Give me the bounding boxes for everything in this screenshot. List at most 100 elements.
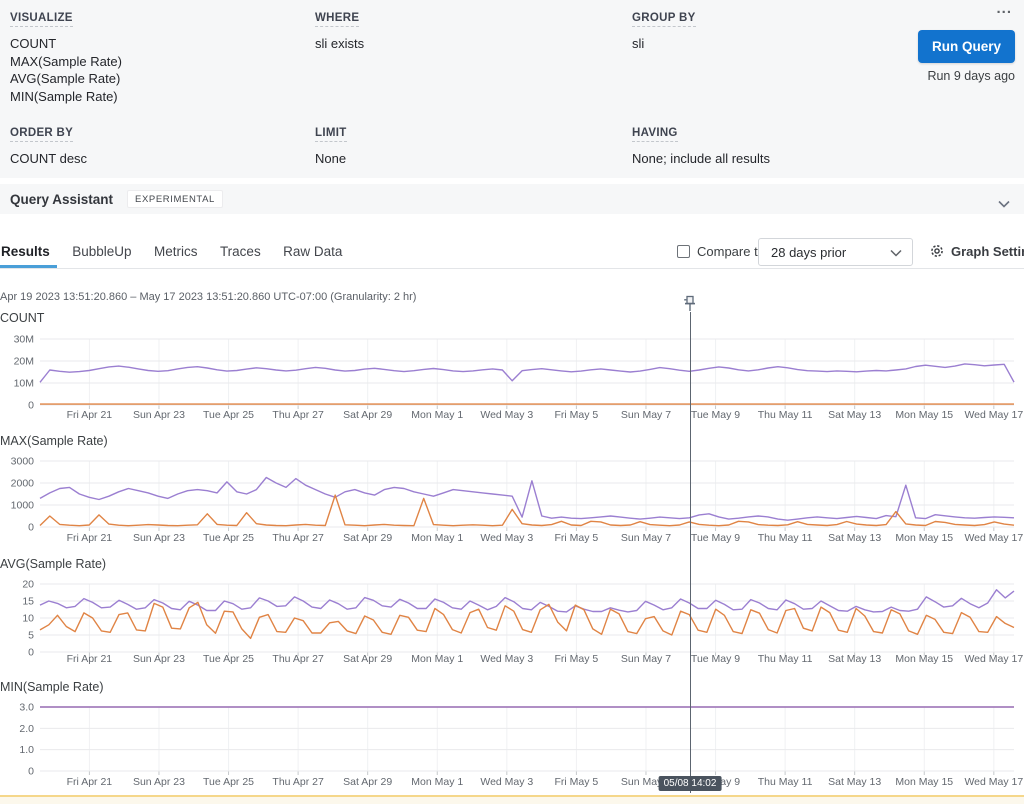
tab-rawdata[interactable]: Raw Data bbox=[283, 236, 342, 268]
svg-text:Tue Apr 25: Tue Apr 25 bbox=[203, 532, 254, 544]
svg-text:Wed May 17: Wed May 17 bbox=[964, 653, 1023, 665]
svg-text:Tue May 9: Tue May 9 bbox=[691, 653, 740, 665]
svg-text:Wed May 17: Wed May 17 bbox=[964, 409, 1023, 421]
svg-text:Thu Apr 27: Thu Apr 27 bbox=[272, 776, 324, 788]
svg-text:Wed May 3: Wed May 3 bbox=[480, 409, 533, 421]
svg-text:Sun Apr 23: Sun Apr 23 bbox=[133, 653, 185, 665]
svg-text:Thu Apr 27: Thu Apr 27 bbox=[272, 532, 324, 544]
honeycomb-query-page: ... VISUALIZE COUNT MAX(Sample Rate) AVG… bbox=[0, 0, 1024, 804]
svg-text:Fri May 5: Fri May 5 bbox=[555, 409, 599, 421]
tab-traces[interactable]: Traces bbox=[220, 236, 261, 268]
svg-text:2000: 2000 bbox=[11, 478, 35, 490]
pushpin-icon[interactable] bbox=[681, 294, 699, 317]
chart-avg-sample-rate[interactable]: Fri Apr 21 Sun Apr 23 Tue Apr 25 Thu Apr 27… bbox=[0, 576, 1024, 676]
svg-text:1.0: 1.0 bbox=[19, 744, 34, 756]
svg-text:Fri Apr 21: Fri Apr 21 bbox=[67, 532, 113, 544]
svg-text:10: 10 bbox=[22, 613, 34, 625]
chart-count[interactable]: Fri Apr 21Sun Apr 23Tue Apr 25Thu Apr 27… bbox=[0, 330, 1024, 430]
tab-results[interactable]: Results bbox=[1, 236, 50, 268]
chart-min-sample-rate[interactable]: Fri Apr 21 Sun Apr 23 Tue Apr 25 Thu Apr 27… bbox=[0, 699, 1024, 799]
svg-text:10M: 10M bbox=[14, 378, 34, 390]
svg-text:3000: 3000 bbox=[11, 456, 35, 468]
visualize-item[interactable]: AVG(Sample Rate) bbox=[10, 70, 122, 88]
order-by-item[interactable]: COUNT desc bbox=[10, 150, 87, 168]
visualize-section[interactable]: VISUALIZE COUNT MAX(Sample Rate) AVG(Sam… bbox=[10, 8, 122, 105]
query-builder: ... VISUALIZE COUNT MAX(Sample Rate) AVG… bbox=[0, 0, 1024, 178]
svg-text:30M: 30M bbox=[14, 334, 34, 346]
svg-text:Thu Apr 27: Thu Apr 27 bbox=[272, 653, 324, 665]
query-assistant-title: Query Assistant bbox=[10, 192, 113, 207]
limit-section[interactable]: LIMIT None bbox=[315, 123, 347, 168]
query-assistant-bar[interactable]: Query Assistant EXPERIMENTAL bbox=[0, 184, 1024, 214]
svg-text:2.0: 2.0 bbox=[19, 723, 34, 735]
order-by-label: ORDER BY bbox=[10, 127, 73, 142]
svg-text:Mon May 1: Mon May 1 bbox=[411, 653, 463, 665]
group-by-section[interactable]: GROUP BY sli bbox=[632, 8, 696, 53]
svg-text:Sun Apr 23: Sun Apr 23 bbox=[133, 409, 185, 421]
visualize-item[interactable]: COUNT bbox=[10, 35, 122, 53]
chart-max-sample-rate[interactable]: Fri Apr 21Sun Apr 23Tue Apr 25Thu Apr 27… bbox=[0, 453, 1024, 553]
active-tab-underline bbox=[0, 265, 57, 268]
svg-text:20M: 20M bbox=[14, 356, 34, 368]
compare-period-select[interactable]: 28 days prior bbox=[758, 238, 913, 266]
chart-title-min: MIN(Sample Rate) bbox=[0, 680, 104, 694]
svg-text:Sat Apr 29: Sat Apr 29 bbox=[343, 653, 392, 665]
svg-text:Wed May 17: Wed May 17 bbox=[964, 776, 1023, 788]
chart-title-count: COUNT bbox=[0, 311, 44, 325]
chevron-down-icon[interactable] bbox=[998, 195, 1010, 213]
svg-text:Sat Apr 29: Sat Apr 29 bbox=[343, 776, 392, 788]
limit-item[interactable]: None bbox=[315, 150, 347, 168]
tab-results-label: Results bbox=[1, 244, 50, 259]
graph-settings-button[interactable]: Graph Settings bbox=[929, 243, 1024, 259]
svg-text:1000: 1000 bbox=[11, 500, 35, 512]
last-run-status: Run 9 days ago bbox=[927, 69, 1015, 83]
chart-title-avg: AVG(Sample Rate) bbox=[0, 557, 106, 571]
limit-label: LIMIT bbox=[315, 127, 347, 142]
svg-text:Fri May 5: Fri May 5 bbox=[555, 532, 599, 544]
visualize-label: VISUALIZE bbox=[10, 12, 73, 27]
having-item[interactable]: None; include all results bbox=[632, 150, 770, 168]
svg-text:Fri Apr 21: Fri Apr 21 bbox=[67, 653, 113, 665]
svg-text:0: 0 bbox=[28, 400, 34, 412]
crosshair-time-tooltip: 05/08 14:02 bbox=[659, 776, 722, 791]
svg-text:Tue Apr 25: Tue Apr 25 bbox=[203, 776, 254, 788]
svg-text:Mon May 15: Mon May 15 bbox=[895, 532, 953, 544]
svg-text:Sun Apr 23: Sun Apr 23 bbox=[133, 776, 185, 788]
where-item[interactable]: sli exists bbox=[315, 35, 364, 53]
svg-text:20: 20 bbox=[22, 579, 34, 591]
group-by-label: GROUP BY bbox=[632, 12, 696, 27]
tab-metrics[interactable]: Metrics bbox=[154, 236, 198, 268]
svg-text:Wed May 3: Wed May 3 bbox=[480, 653, 533, 665]
having-section[interactable]: HAVING None; include all results bbox=[632, 123, 770, 168]
svg-text:5: 5 bbox=[28, 630, 34, 642]
summary-row-highlight[interactable] bbox=[0, 795, 1024, 804]
query-menu-button[interactable]: ... bbox=[996, 0, 1012, 17]
tab-bubbleup[interactable]: BubbleUp bbox=[72, 236, 131, 268]
svg-text:Fri May 5: Fri May 5 bbox=[555, 776, 599, 788]
crosshair-line bbox=[690, 312, 691, 793]
svg-text:Mon May 1: Mon May 1 bbox=[411, 776, 463, 788]
svg-text:Tue Apr 25: Tue Apr 25 bbox=[203, 409, 254, 421]
svg-text:0: 0 bbox=[28, 766, 34, 778]
order-by-section[interactable]: ORDER BY COUNT desc bbox=[10, 123, 87, 168]
group-by-item[interactable]: sli bbox=[632, 35, 696, 53]
svg-text:Thu May 11: Thu May 11 bbox=[758, 532, 813, 544]
run-query-button[interactable]: Run Query bbox=[918, 30, 1015, 63]
svg-text:Wed May 3: Wed May 3 bbox=[480, 532, 533, 544]
compare-to-label: Compare to bbox=[697, 244, 765, 259]
where-label: WHERE bbox=[315, 12, 359, 27]
svg-text:Fri Apr 21: Fri Apr 21 bbox=[67, 776, 113, 788]
visualize-item[interactable]: MAX(Sample Rate) bbox=[10, 53, 122, 71]
svg-text:Fri May 5: Fri May 5 bbox=[555, 653, 599, 665]
svg-text:Mon May 15: Mon May 15 bbox=[895, 409, 953, 421]
svg-text:0: 0 bbox=[28, 647, 34, 659]
svg-text:Thu Apr 27: Thu Apr 27 bbox=[272, 409, 324, 421]
svg-text:Thu May 11: Thu May 11 bbox=[758, 409, 813, 421]
chart-title-max: MAX(Sample Rate) bbox=[0, 434, 108, 448]
svg-text:Sat May 13: Sat May 13 bbox=[828, 409, 881, 421]
visualize-item[interactable]: MIN(Sample Rate) bbox=[10, 88, 122, 106]
where-section[interactable]: WHERE sli exists bbox=[315, 8, 364, 53]
svg-text:Tue Apr 25: Tue Apr 25 bbox=[203, 653, 254, 665]
compare-to-checkbox[interactable] bbox=[677, 245, 690, 258]
svg-text:Tue May 9: Tue May 9 bbox=[691, 409, 740, 421]
